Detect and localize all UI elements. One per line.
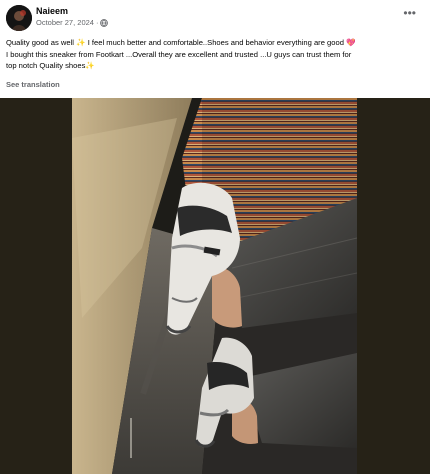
post-text-line-2: I bought this sneaker from Footkart ...O… [6,49,352,59]
globe-icon[interactable] [100,18,109,27]
avatar-image [6,5,32,31]
photo-container[interactable] [0,98,430,474]
sparkles-emoji-icon: ✨ [85,61,95,70]
see-translation-link[interactable]: See translation [6,80,60,89]
facebook-post: Naieem October 27, 2024 · ••• Quality go… [0,0,430,474]
author-avatar[interactable] [6,5,32,31]
post-meta: October 27, 2024 · [36,18,109,27]
post-photo[interactable] [72,98,357,474]
post-date[interactable]: October 27, 2024 [36,18,94,27]
post-text-line-3: top notch Quality shoes✨ [6,60,424,72]
sparkles-emoji-icon: ✨ [76,38,86,47]
sneaker-photo-illustration [72,98,357,474]
text-line3-content: top notch Quality shoes [6,61,86,70]
author-name[interactable]: Naieem [36,6,68,16]
more-options-icon[interactable]: ••• [403,7,416,19]
post-text-line-1: Quality good as well ✨ I feel much bette… [6,37,424,49]
text-line1-part-b: I feel much better and comfortable..Shoe… [87,38,344,47]
text-line1-part-a: Quality good as well [6,38,74,47]
post-text: Quality good as well ✨ I feel much bette… [6,37,424,72]
meta-separator: · [95,18,99,27]
heart-emoji-icon: 💖 [346,38,356,47]
